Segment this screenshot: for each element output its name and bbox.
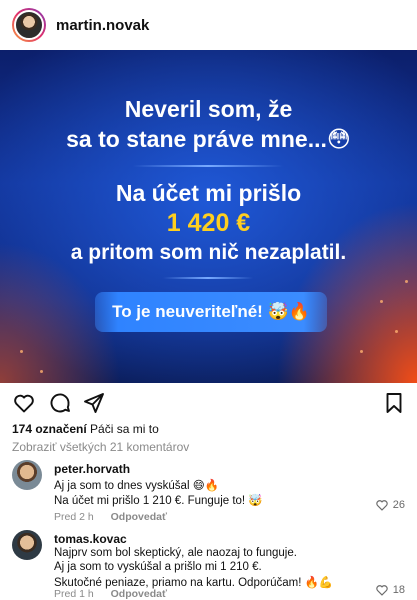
comment-like[interactable]: 18 xyxy=(375,583,405,597)
spark xyxy=(395,330,398,333)
comment-username[interactable]: tomas.kovac xyxy=(54,532,127,546)
spark xyxy=(20,350,23,353)
post-image[interactable]: Neveril som, že sa to stane práve mne...… xyxy=(0,50,417,383)
divider xyxy=(163,277,253,279)
avatar[interactable] xyxy=(12,460,42,490)
comment-text-line: Najprv som bol skeptický, ale naozaj to … xyxy=(54,547,297,559)
comment-like-count: 18 xyxy=(392,584,405,596)
likes-text: Páči sa mi to xyxy=(90,422,159,436)
post-amount: 1 420 € xyxy=(166,209,251,237)
action-bar xyxy=(0,388,417,418)
view-all-comments[interactable]: Zobraziť všetkých 21 komentárov xyxy=(12,440,189,454)
comment-username[interactable]: peter.horvath xyxy=(54,462,130,476)
comment-text-line: Na účet mi prišlo 1 210 €. Funguje to! 🤯 xyxy=(54,495,263,507)
likes-count: 174 označení xyxy=(12,422,87,436)
comment-like[interactable]: 26 xyxy=(375,498,405,512)
post-header: martin.novak xyxy=(0,0,417,50)
post-headline-2: sa to stane práve mne...😳 xyxy=(66,126,351,152)
avatar-photo xyxy=(14,10,44,40)
username[interactable]: martin.novak xyxy=(56,17,149,34)
heart-icon[interactable] xyxy=(12,391,36,415)
reply-button[interactable]: Odpovedať xyxy=(111,511,167,523)
post-text-4: a pritom som nič nezaplatil. xyxy=(70,241,347,264)
heart-icon xyxy=(376,585,388,596)
post-text-3: Na účet mi prišlo xyxy=(115,180,302,206)
profile-avatar[interactable] xyxy=(12,8,46,42)
comment-icon[interactable] xyxy=(48,391,72,415)
post-headline-1: Neveril som, že xyxy=(124,96,293,122)
divider xyxy=(133,165,283,167)
comment-time: Pred 2 h xyxy=(54,511,94,523)
comment-meta: Pred 2 h Odpovedať xyxy=(54,511,181,523)
spark xyxy=(405,280,408,283)
comment-text-line: Skutočné peniaze, priamo na kartu. Odpor… xyxy=(54,577,334,589)
bookmark-icon[interactable] xyxy=(382,391,406,415)
likes-summary[interactable]: 174 označení Páči sa mi to xyxy=(12,422,159,436)
reply-button[interactable]: Odpovedať xyxy=(111,588,167,600)
spark xyxy=(40,370,43,373)
comment-text-line: Aj ja som to vyskúšal a prišlo mi 1 210 … xyxy=(54,561,262,573)
heart-icon xyxy=(376,500,388,511)
comment-meta: Pred 1 h Odpovedať xyxy=(54,588,181,600)
spark xyxy=(360,350,363,353)
comment-time: Pred 1 h xyxy=(54,588,94,600)
cta-banner: To je neuveriteľné! 🤯🔥 xyxy=(95,292,327,332)
spark xyxy=(380,300,383,303)
share-icon[interactable] xyxy=(82,391,106,415)
comment-like-count: 26 xyxy=(392,499,405,511)
avatar[interactable] xyxy=(12,530,42,560)
comment-text-line: Aj ja som to dnes vyskúšal 😄🔥 xyxy=(54,480,220,492)
